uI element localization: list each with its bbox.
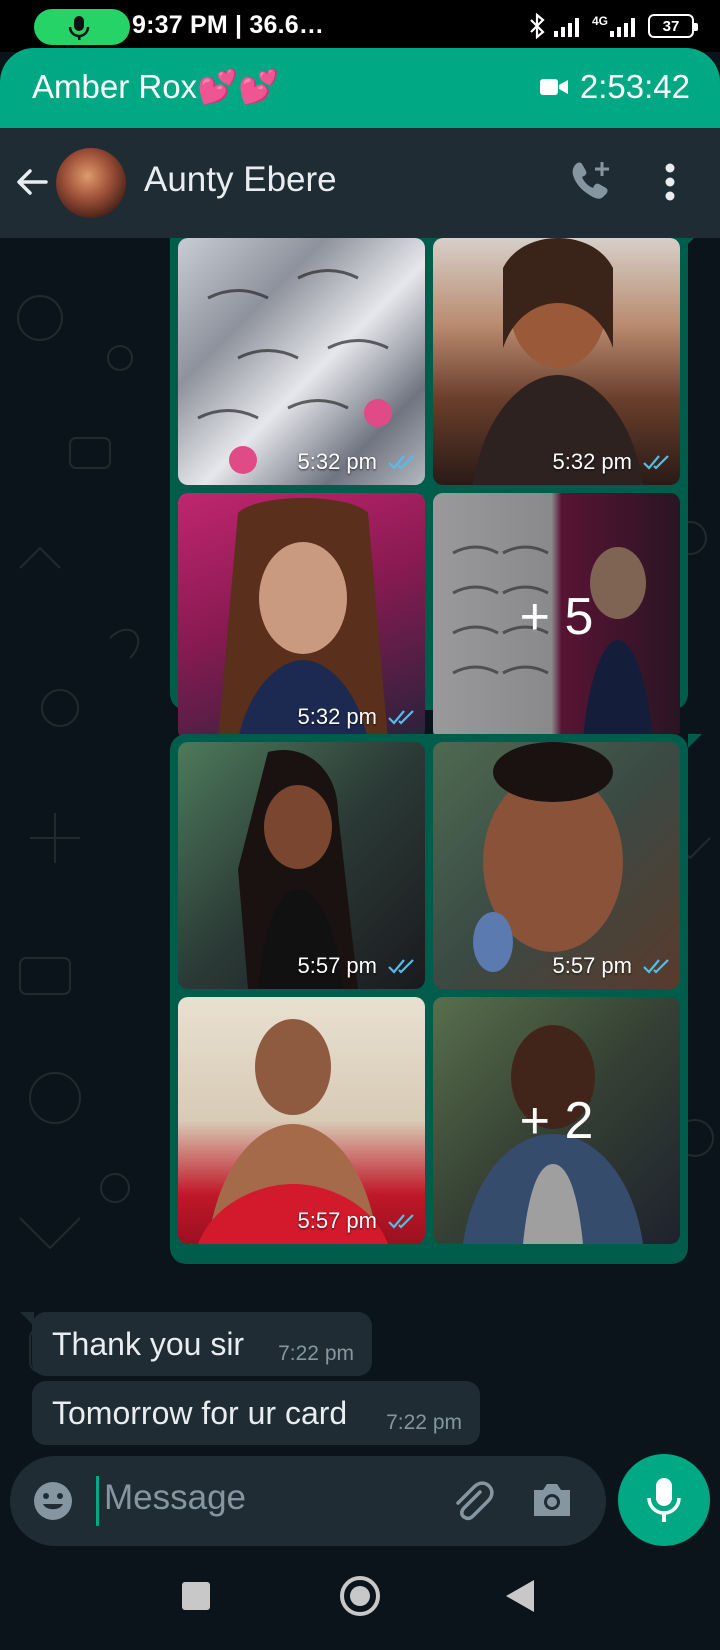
contact-avatar[interactable]: [56, 148, 126, 218]
read-ticks-icon: [388, 959, 414, 974]
media-thumbnail[interactable]: + 2: [433, 997, 680, 1244]
chat-header: Aunty Ebere: [0, 128, 720, 238]
time-label: 5:32 pm: [297, 449, 378, 474]
media-album-bubble[interactable]: 5:57 pm 5:57 pm 5:57 pm + 2: [170, 734, 702, 1264]
portrait-photo: [218, 498, 388, 740]
mic-icon: [647, 1478, 681, 1522]
active-mic-indicator[interactable]: [34, 9, 130, 45]
more-media-overlay[interactable]: + 2: [433, 997, 680, 1244]
ongoing-call-banner[interactable]: Amber Rox💕💕 2:53:42: [0, 48, 720, 128]
mic-icon: [68, 16, 90, 40]
system-nav-bar: [0, 1552, 720, 1650]
read-ticks-icon: [388, 455, 414, 470]
more-options-icon[interactable]: [664, 162, 676, 202]
camera-icon[interactable]: [530, 1480, 574, 1520]
media-timestamp: 5:57 pm: [298, 1208, 416, 1234]
call-info: 2:53:42: [539, 68, 690, 106]
time-label: 5:57 pm: [297, 1208, 378, 1233]
read-ticks-icon: [388, 1214, 414, 1229]
incoming-message[interactable]: Thank you sir 7:22 pm: [20, 1312, 372, 1376]
portrait-photo: [238, 750, 358, 989]
message-text: Tomorrow for ur card: [52, 1395, 348, 1431]
voice-message-button[interactable]: [618, 1454, 710, 1546]
bluetooth-icon: [530, 13, 545, 39]
bubble-tail: [688, 734, 702, 748]
battery-level: 37: [662, 17, 680, 35]
media-thumbnail[interactable]: 5:32 pm: [178, 238, 425, 485]
attach-icon[interactable]: [450, 1480, 494, 1524]
read-ticks-icon: [643, 959, 669, 974]
signal-icon-2: [610, 18, 635, 37]
incoming-message[interactable]: Tomorrow for ur card 7:22 pm: [32, 1381, 480, 1445]
contact-name[interactable]: Aunty Ebere: [144, 160, 337, 200]
media-timestamp: 5:32 pm: [298, 449, 416, 475]
time-label: 5:57 pm: [552, 953, 633, 978]
status-time: 9:37 PM | 36.6…: [132, 11, 325, 39]
bubble-tail: [688, 238, 702, 244]
text-cursor: [96, 1476, 99, 1526]
time-label: 5:57 pm: [297, 953, 378, 978]
status-icons: 4G 37: [528, 12, 698, 40]
call-duration: 2:53:42: [579, 68, 690, 105]
lash-trays-photo: [197, 269, 392, 474]
network-type: 4G: [591, 14, 608, 28]
media-timestamp: 5:32 pm: [298, 704, 416, 730]
read-ticks-icon: [643, 455, 669, 470]
makeup-photo: [473, 742, 623, 972]
media-thumbnail[interactable]: 5:57 pm: [178, 997, 425, 1244]
bubble-tail: [20, 1312, 34, 1326]
add-call-icon[interactable]: [568, 158, 614, 204]
message-input[interactable]: Message: [104, 1478, 246, 1518]
call-contact-name: Amber Rox💕💕: [32, 68, 280, 105]
media-thumbnail[interactable]: 5:57 pm: [178, 742, 425, 989]
more-media-overlay[interactable]: + 5: [433, 493, 680, 740]
media-timestamp: 5:57 pm: [553, 953, 671, 979]
message-time: 7:22 pm: [386, 1411, 462, 1434]
battery-indicator: 37: [648, 14, 698, 38]
media-thumbnail[interactable]: 5:57 pm: [433, 742, 680, 989]
media-timestamp: 5:57 pm: [298, 953, 416, 979]
portrait-photo: [198, 1019, 388, 1244]
read-ticks-icon: [388, 710, 414, 725]
time-label: 5:32 pm: [297, 704, 378, 729]
media-thumbnail[interactable]: + 5: [433, 493, 680, 740]
message-composer[interactable]: Message: [10, 1456, 606, 1546]
home-button[interactable]: [340, 1576, 380, 1616]
media-thumbnail[interactable]: 5:32 pm: [178, 493, 425, 740]
emoji-icon[interactable]: [32, 1480, 74, 1522]
back-arrow-icon[interactable]: [14, 164, 50, 200]
chat-area[interactable]: 5:32 pm 5:32 pm 5:32 pm + 5 5:57 pm 5:57…: [0, 238, 720, 1454]
media-album-bubble[interactable]: 5:32 pm 5:32 pm 5:32 pm + 5: [170, 238, 702, 740]
message-text: Thank you sir: [52, 1326, 245, 1362]
media-timestamp: 5:32 pm: [553, 449, 671, 475]
message-time: 7:22 pm: [278, 1342, 354, 1365]
time-label: 5:32 pm: [552, 449, 633, 474]
media-thumbnail[interactable]: 5:32 pm: [433, 238, 680, 485]
signal-icon: [553, 18, 579, 37]
status-bar: 9:37 PM | 36.6… 4G 37: [0, 0, 720, 52]
portrait-photo: [473, 238, 643, 485]
recents-button[interactable]: [182, 1582, 210, 1610]
system-back-button[interactable]: [506, 1580, 534, 1612]
video-camera-icon: [539, 79, 568, 95]
